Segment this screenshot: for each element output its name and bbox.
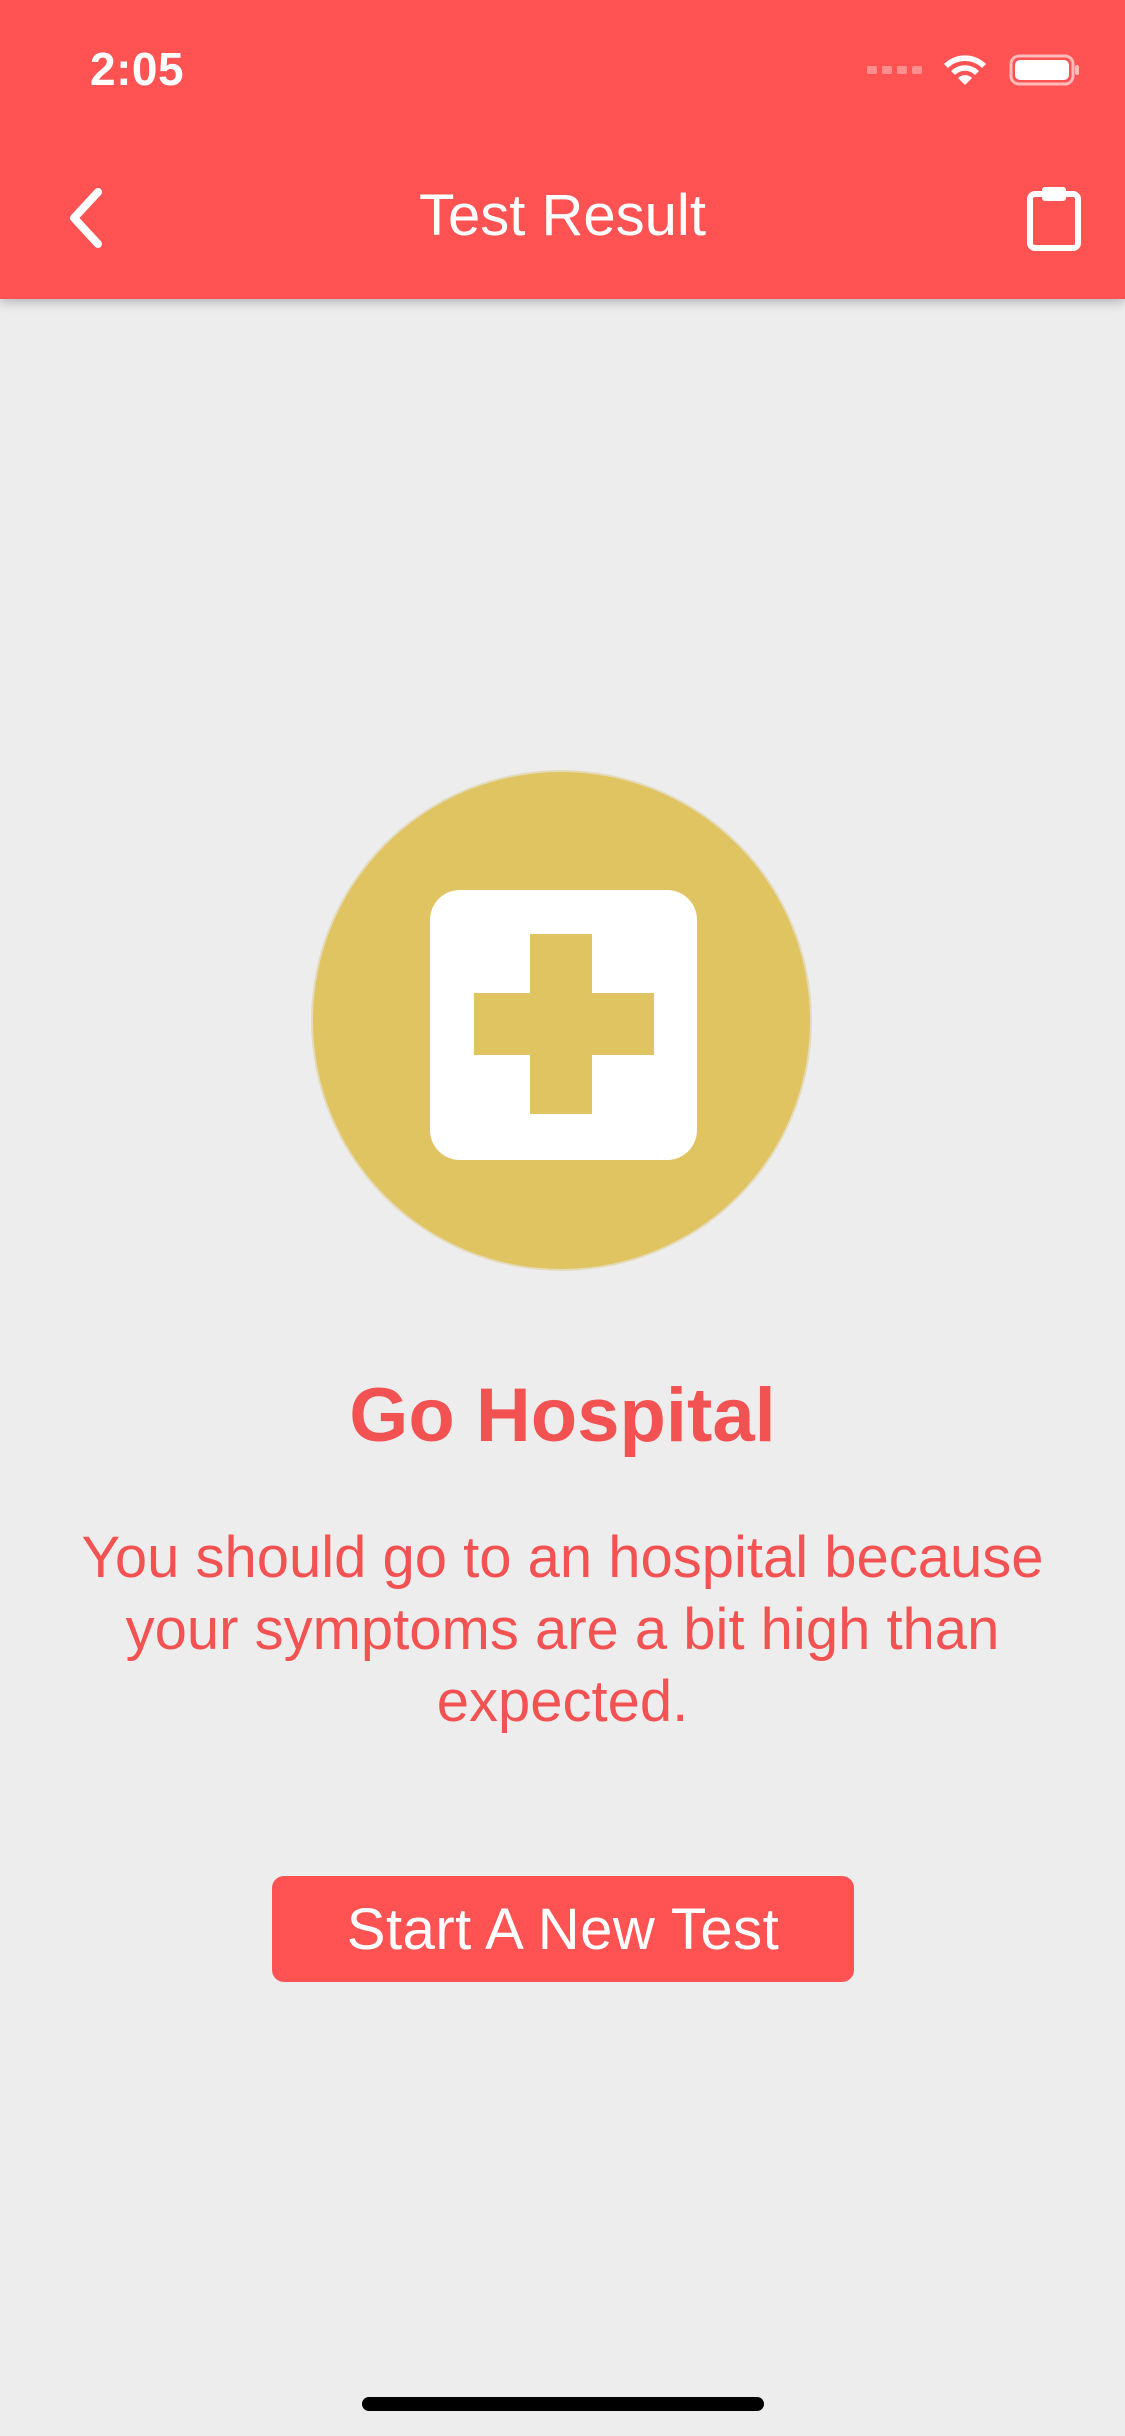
result-title: Go Hospital: [349, 1373, 776, 1458]
hospital-cross-icon: [430, 890, 697, 1160]
signal-icon: [867, 66, 922, 74]
page-title: Test Result: [419, 183, 706, 248]
result-description: You should go to an hospital because you…: [81, 1525, 1044, 1734]
battery-icon: [1009, 54, 1079, 86]
home-indicator[interactable]: [362, 2397, 764, 2411]
result-icon-circle: [313, 772, 810, 1269]
clipboard-button[interactable]: [1019, 178, 1089, 258]
cross-horizontal-bar: [474, 993, 654, 1055]
wifi-icon: [944, 55, 986, 85]
start-new-test-button[interactable]: Start A New Test: [272, 1876, 854, 1982]
app-header: 2:05 Test Result: [0, 0, 1125, 299]
status-icons: [867, 50, 1081, 90]
status-time: 2:05: [90, 43, 185, 95]
clipboard-icon: [1027, 187, 1081, 251]
